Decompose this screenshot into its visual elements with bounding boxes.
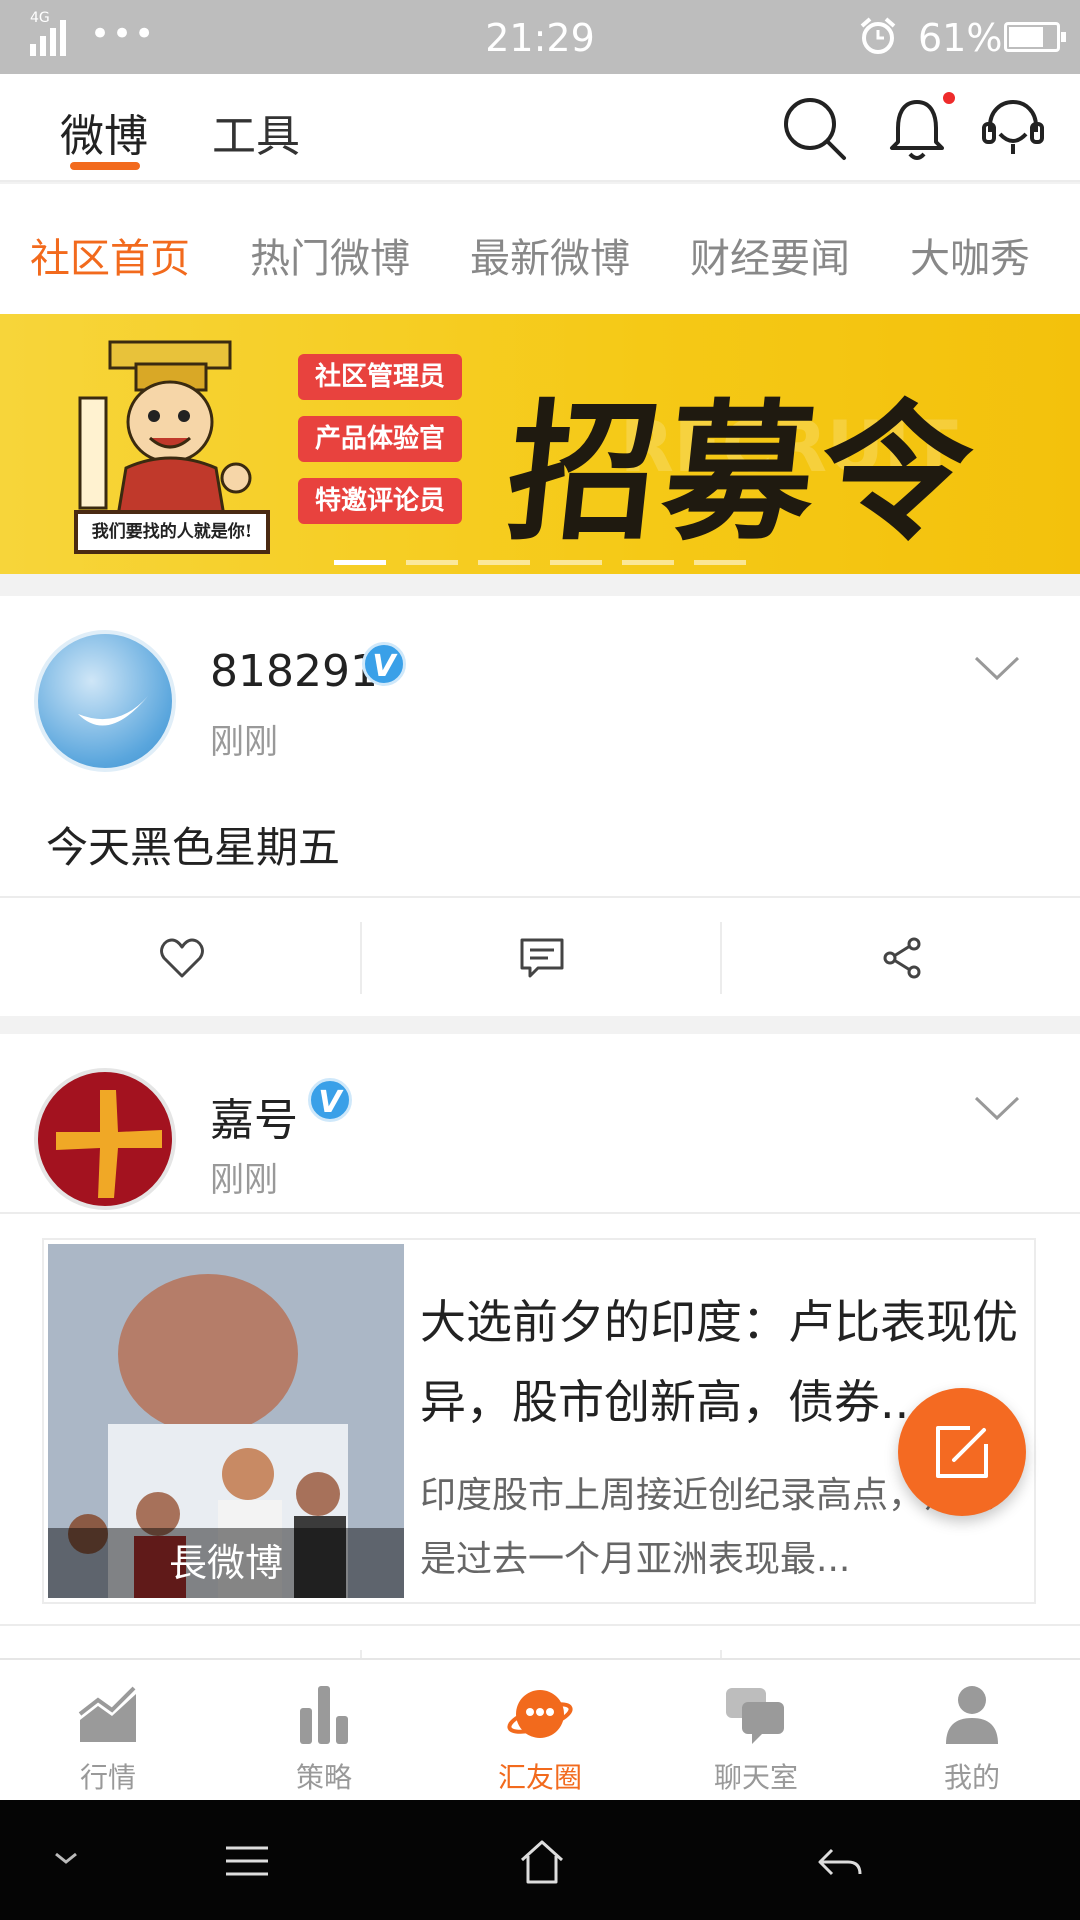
- article-thumbnail: 長微博: [48, 1244, 404, 1598]
- system-navigation-bar: [0, 1800, 1080, 1920]
- banner-tag-guest-commentator: 特邀评论员: [298, 478, 462, 524]
- carousel-dot: [478, 560, 530, 565]
- share-button[interactable]: [720, 898, 1080, 1018]
- customer-service-icon[interactable]: [978, 94, 1048, 164]
- battery-icon: [1004, 22, 1066, 52]
- tab-tools[interactable]: 工具: [212, 100, 300, 164]
- compose-button[interactable]: [898, 1388, 1026, 1516]
- carousel-dot: [550, 560, 602, 565]
- article-source-label: 長微博: [48, 1528, 404, 1598]
- notification-dot: [943, 92, 955, 104]
- carousel-dot: [622, 560, 674, 565]
- bell-icon[interactable]: [882, 94, 952, 164]
- nav-label: 我的: [943, 1761, 1000, 1794]
- home-icon[interactable]: [516, 1836, 568, 1888]
- recruit-banner[interactable]: 我们要找的人就是你! 社区管理员 产品体验官 特邀评论员 RECRUIT 招募令: [0, 314, 1080, 574]
- nav-market[interactable]: 行情: [0, 1660, 216, 1802]
- planet-chat-icon: [507, 1690, 573, 1738]
- nav-label: 行情: [79, 1761, 136, 1794]
- verified-badge-icon: V: [308, 1078, 352, 1122]
- comment-icon: [520, 938, 564, 978]
- back-icon[interactable]: [814, 1836, 866, 1888]
- post-card: 嘉号 V 刚刚 長微博 大选前夕的印度：卢比表现优异，股市创新高，债券... 印…: [0, 1034, 1080, 1658]
- subnav-latest-weibo[interactable]: 最新微博: [470, 226, 630, 284]
- post-card: 818291 V 刚刚 今天黑色星期五: [0, 596, 1080, 1016]
- like-button[interactable]: [0, 898, 360, 1018]
- banner-tag-product-tester: 产品体验官: [298, 416, 462, 462]
- search-icon[interactable]: [780, 94, 850, 164]
- menu-icon[interactable]: [222, 1836, 272, 1886]
- avatar[interactable]: [34, 1068, 176, 1210]
- active-tab-indicator: [70, 162, 140, 170]
- chevron-down-icon[interactable]: [52, 1848, 80, 1868]
- nav-community[interactable]: 汇友圈: [432, 1660, 648, 1802]
- crescent-moon-icon: [78, 696, 148, 726]
- nav-profile[interactable]: 我的: [864, 1660, 1080, 1802]
- banner-caption: 我们要找的人就是你!: [74, 510, 270, 554]
- chevron-down-icon[interactable]: [972, 1092, 1022, 1122]
- carousel-dot: [334, 560, 386, 565]
- nav-strategy[interactable]: 策略: [216, 1660, 432, 1802]
- status-bar: 4G ••• 21:29 61%: [0, 0, 1080, 74]
- chevron-down-icon[interactable]: [972, 652, 1022, 682]
- post-actions: [0, 1624, 1080, 1658]
- carousel-dot: [406, 560, 458, 565]
- nav-label: 策略: [295, 1761, 352, 1794]
- post-time: 刚刚: [210, 722, 278, 762]
- user-icon: [946, 1686, 998, 1744]
- chat-bubbles-icon: [726, 1688, 784, 1744]
- heart-icon: [160, 938, 204, 978]
- subnav-community-home[interactable]: 社区首页: [30, 226, 190, 284]
- bottom-navigation: 行情 策略 汇友圈 聊天室 我的: [0, 1658, 1080, 1800]
- post-text: 今天黑色星期五: [46, 823, 341, 872]
- subnav-experts[interactable]: 大咖秀: [910, 226, 1030, 284]
- carousel-dot: [694, 560, 746, 565]
- post-author[interactable]: 818291: [210, 646, 378, 697]
- edit-icon: [936, 1426, 988, 1478]
- top-header: 微博 工具: [0, 74, 1080, 182]
- post-author[interactable]: 嘉号: [210, 1084, 298, 1148]
- nav-chatroom[interactable]: 聊天室: [648, 1660, 864, 1802]
- avatar[interactable]: [34, 630, 176, 772]
- share-icon: [883, 937, 921, 979]
- banner-tag-community-admin: 社区管理员: [298, 354, 462, 400]
- tab-weibo[interactable]: 微博: [60, 100, 148, 164]
- bar-chart-icon: [300, 1686, 348, 1744]
- carousel-indicator: [334, 550, 766, 569]
- post-time: 刚刚: [210, 1160, 278, 1200]
- sub-navigation: 社区首页 热门微博 最新微博 财经要闻 大咖秀: [0, 184, 1080, 314]
- subnav-hot-weibo[interactable]: 热门微博: [250, 226, 410, 284]
- market-chart-icon: [78, 1686, 136, 1742]
- nav-label: 汇友圈: [497, 1761, 582, 1794]
- verified-badge-icon: V: [362, 642, 406, 686]
- article-card[interactable]: 長微博 大选前夕的印度：卢比表现优异，股市创新高，债券... 印度股市上周接近创…: [42, 1238, 1036, 1604]
- comment-button[interactable]: [360, 898, 720, 1018]
- alarm-icon: [860, 17, 896, 54]
- subnav-finance-news[interactable]: 财经要闻: [690, 226, 850, 284]
- nav-label: 聊天室: [713, 1761, 798, 1794]
- post-actions: [0, 896, 1080, 1016]
- banner-headline: 招募令: [499, 385, 986, 561]
- battery-percent: 61%: [918, 16, 1003, 60]
- cross-logo-icon: [56, 1090, 162, 1198]
